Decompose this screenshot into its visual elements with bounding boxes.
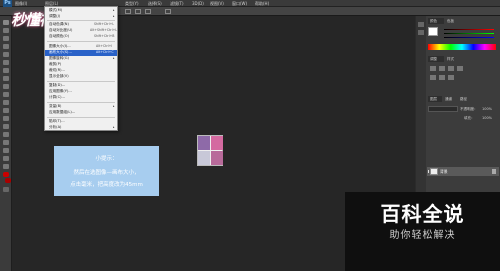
properties-panel-icon[interactable] — [418, 30, 424, 35]
stamp-tool-icon[interactable] — [3, 84, 9, 89]
menu-item-canvas-size[interactable]: 画布大小(S)... — [49, 50, 72, 55]
tab-layers[interactable]: 图层 — [428, 96, 442, 102]
menu-separator — [47, 117, 115, 118]
curves-adjustment-icon[interactable] — [448, 66, 454, 71]
history-brush-tool-icon[interactable] — [3, 92, 9, 97]
quick-mask-icon[interactable] — [3, 187, 9, 192]
blue-slider[interactable] — [444, 37, 494, 38]
menu-separator — [47, 102, 115, 103]
menu-item-crop[interactable]: 裁剪(P) — [49, 62, 61, 67]
marquee-tool-icon[interactable] — [3, 28, 9, 33]
brightness-adjustment-icon[interactable] — [430, 66, 436, 71]
hue-saturation-adjustment-icon[interactable] — [439, 75, 445, 80]
dodge-tool-icon[interactable] — [3, 124, 9, 129]
path-select-tool-icon[interactable] — [3, 148, 9, 153]
eyedropper-tool-icon[interactable] — [3, 60, 9, 65]
quick-select-tool-icon[interactable] — [3, 44, 9, 49]
document-image — [197, 135, 223, 166]
color-spectrum-bar[interactable] — [428, 44, 496, 50]
brand-overlay: 百科全说 助你轻松解决 — [345, 192, 500, 271]
menu-separator — [47, 81, 115, 82]
menu-item-trim[interactable]: 裁切(R)... — [49, 68, 65, 73]
menu-item-reveal-all[interactable]: 显示全部(V) — [49, 74, 69, 79]
menu-item-calculations[interactable]: 计算(C)... — [49, 95, 65, 100]
menu-item-mode[interactable]: 模式(M) — [49, 8, 62, 13]
opacity-label: 不透明度： — [460, 107, 478, 111]
menu-item-auto-contrast[interactable]: 自动对比度(U) — [49, 28, 72, 33]
history-panel-icon[interactable] — [418, 22, 424, 27]
brand-title: 百科全说 — [380, 202, 465, 226]
green-slider[interactable] — [444, 33, 494, 34]
menu-item-image-size[interactable]: 图像大小(I)... — [49, 44, 71, 49]
menu-item-trap[interactable]: 陷印(T)... — [49, 119, 65, 124]
menu-item-auto-tone[interactable]: 自动色调(N) — [49, 22, 69, 27]
visibility-eye-icon[interactable] — [428, 170, 429, 173]
hand-tool-icon[interactable] — [3, 164, 9, 169]
lasso-tool-icon[interactable] — [3, 36, 9, 41]
menu-item-duplicate[interactable]: 复制(D)... — [49, 83, 65, 88]
flower-thumb-4 — [211, 151, 223, 165]
flower-thumb-3 — [198, 151, 210, 165]
gradient-tool-icon[interactable] — [3, 108, 9, 113]
tab-color[interactable]: 颜色 — [428, 18, 444, 24]
brush-tool-icon[interactable] — [3, 76, 9, 81]
menu-item-apply-image[interactable]: 应用图像(Y)... — [49, 89, 72, 94]
foreground-color-swatch[interactable] — [3, 172, 9, 177]
crop-tool-icon[interactable] — [3, 52, 9, 57]
foreground-color-chip[interactable] — [428, 27, 438, 36]
tip-line-1: 然后在选图像—画布大小， — [73, 170, 140, 176]
tab-styles[interactable]: 样式 — [445, 56, 461, 62]
layer-name[interactable]: 背景 — [440, 169, 448, 175]
exposure-adjustment-icon[interactable] — [457, 66, 463, 71]
blend-mode-select[interactable] — [428, 106, 458, 112]
eraser-tool-icon[interactable] — [3, 100, 9, 105]
flower-thumb-2 — [211, 136, 223, 150]
background-color-swatch[interactable] — [5, 178, 11, 183]
menu-item-auto-color[interactable]: 自动颜色(O) — [49, 34, 69, 39]
move-tool-icon[interactable] — [3, 20, 9, 25]
brand-subtitle: 助你轻松解决 — [389, 230, 456, 241]
tab-channels[interactable]: 通道 — [443, 96, 457, 102]
lock-icon — [492, 169, 496, 174]
menu-item-image-rotation[interactable]: 图像旋转(G) — [49, 56, 69, 61]
submenu-arrow-icon: ▸ — [113, 8, 115, 12]
photoshop-logo: Ps — [3, 0, 12, 7]
layer-thumbnail — [430, 168, 438, 175]
opacity-value[interactable]: 100% — [482, 107, 492, 111]
flower-thumb-1 — [198, 136, 210, 150]
menu-separator — [47, 20, 115, 21]
menu-item-variables[interactable]: 变量(B) — [49, 104, 61, 109]
menu-separator — [47, 41, 115, 42]
fill-label: 填充： — [464, 116, 475, 120]
tab-adjustments[interactable]: 调整 — [428, 56, 444, 62]
fill-value[interactable]: 100% — [482, 116, 492, 120]
tip-box: 小提示： 然后在选图像—画布大小， 点击毫米，把高度改为45mm — [54, 146, 159, 196]
healing-tool-icon[interactable] — [3, 68, 9, 73]
menu-item-adjustments[interactable]: 调整(J) — [49, 14, 60, 19]
type-tool-icon[interactable] — [3, 140, 9, 145]
tab-swatches[interactable]: 色板 — [445, 18, 461, 24]
vibrance-adjustment-icon[interactable] — [430, 75, 436, 80]
tab-paths[interactable]: 路径 — [458, 96, 472, 102]
menu-item-apply-data-set[interactable]: 应用数据组(L)... — [49, 110, 75, 115]
tip-line-2: 点击毫米，把高度改为45mm — [70, 182, 143, 188]
shape-tool-icon[interactable] — [3, 156, 9, 161]
menu-3d[interactable]: 3D(D) — [192, 1, 204, 6]
blur-tool-icon[interactable] — [3, 116, 9, 121]
red-slider[interactable] — [444, 29, 494, 30]
menu-item-analysis[interactable]: 分析(A) — [49, 125, 61, 130]
pen-tool-icon[interactable] — [3, 132, 9, 137]
tip-title: 小提示： — [95, 156, 118, 162]
levels-adjustment-icon[interactable] — [439, 66, 445, 71]
color-balance-adjustment-icon[interactable] — [448, 75, 454, 80]
